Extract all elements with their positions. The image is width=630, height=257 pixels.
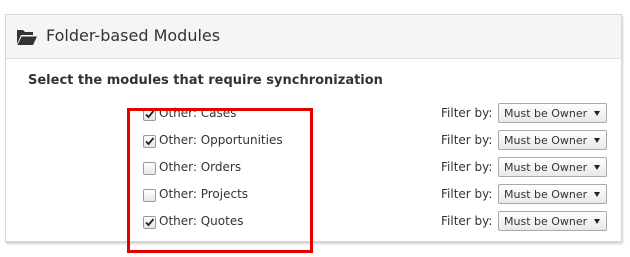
section-label: Select the modules that require synchron… — [28, 73, 383, 88]
dropdown-arrow-icon — [594, 111, 600, 116]
module-row-opportunities: Other: Opportunities Filter by: Must be … — [6, 130, 621, 154]
filter-select-opportunities[interactable]: Must be Owner — [498, 130, 607, 150]
filter-select-value: Must be Owner — [504, 161, 588, 174]
checkmark-icon — [145, 218, 155, 227]
module-label[interactable]: Other: Orders — [159, 160, 241, 174]
dropdown-arrow-icon — [594, 165, 600, 170]
filter-label: Filter by: — [441, 160, 493, 174]
dropdown-arrow-icon — [594, 219, 600, 224]
folder-based-modules-panel: Folder-based Modules Select the modules … — [5, 14, 622, 253]
checkmark-icon — [145, 110, 155, 119]
module-label[interactable]: Other: Cases — [159, 106, 236, 120]
module-row-orders: Other: Orders Filter by: Must be Owner — [6, 157, 621, 181]
module-row-cases: Other: Cases Filter by: Must be Owner — [6, 103, 621, 127]
filter-label: Filter by: — [441, 106, 493, 120]
module-label[interactable]: Other: Quotes — [159, 214, 243, 228]
dropdown-arrow-icon — [594, 138, 600, 143]
filter-select-cases[interactable]: Must be Owner — [498, 103, 607, 123]
filter-select-value: Must be Owner — [504, 107, 588, 120]
module-checkbox-cases[interactable] — [143, 108, 156, 121]
module-checkbox-quotes[interactable] — [143, 216, 156, 229]
filter-label: Filter by: — [441, 214, 493, 228]
panel-title: Folder-based Modules — [46, 26, 221, 45]
module-checkbox-orders[interactable] — [143, 162, 156, 175]
folder-open-icon — [16, 28, 38, 46]
filter-select-value: Must be Owner — [504, 134, 588, 147]
module-row-quotes: Other: Quotes Filter by: Must be Owner — [6, 211, 621, 235]
module-label[interactable]: Other: Opportunities — [159, 133, 283, 147]
checkmark-icon — [145, 137, 155, 146]
module-label[interactable]: Other: Projects — [159, 187, 248, 201]
filter-select-orders[interactable]: Must be Owner — [498, 157, 607, 177]
filter-select-value: Must be Owner — [504, 215, 588, 228]
dropdown-arrow-icon — [594, 192, 600, 197]
module-checkbox-projects[interactable] — [143, 189, 156, 202]
filter-label: Filter by: — [441, 187, 493, 201]
module-checkbox-opportunities[interactable] — [143, 135, 156, 148]
filter-select-quotes[interactable]: Must be Owner — [498, 211, 607, 231]
filter-select-projects[interactable]: Must be Owner — [498, 184, 607, 204]
panel-header: Folder-based Modules — [6, 15, 621, 59]
filter-label: Filter by: — [441, 133, 493, 147]
module-row-projects: Other: Projects Filter by: Must be Owner — [6, 184, 621, 208]
filter-select-value: Must be Owner — [504, 188, 588, 201]
